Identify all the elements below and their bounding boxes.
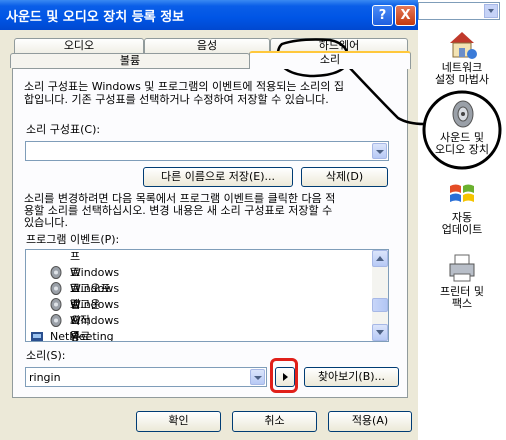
address-combo[interactable] (418, 2, 500, 20)
title-bar[interactable]: 사운드 및 오디오 장치 등록 정보 ? X (0, 0, 418, 30)
desktop-icon-label: 업데이트 (441, 223, 483, 236)
ok-button[interactable]: 확인 (136, 411, 221, 432)
browse-button[interactable]: 찾아보기(B)... (304, 367, 399, 387)
scheme-description-line-1: 소리 구성표는 Windows 및 프로그램의 이벤트에 적용되는 소리의 집 (24, 80, 344, 93)
printer-icon (446, 252, 478, 284)
desktop-icon-printers-faxes[interactable]: 프린터 및 팩스 (418, 252, 506, 310)
annotation-play-highlight (270, 358, 298, 393)
sound-audio-properties-dialog: 사운드 및 오디오 장치 등록 정보 ? X 오디오 음성 하드웨어 볼륨 소리… (0, 0, 418, 440)
scroll-thumb[interactable] (372, 298, 388, 312)
speaker-icon (50, 298, 62, 311)
desktop-icon-label: 설정 마법사 (434, 73, 490, 86)
save-as-button[interactable]: 다른 이름으로 저장(E)... (143, 167, 293, 187)
tab-sounds[interactable]: 소리 (249, 51, 411, 69)
instructions-line-3: 있습니다. (24, 216, 68, 229)
help-button[interactable]: ? (372, 5, 393, 26)
scheme-description-line-2: 합입니다. 기존 구성표를 선택하거나 수정하여 저장할 수 있습니다. (24, 93, 329, 106)
windows-logo-icon (446, 178, 478, 210)
desktop: 네트워크 설정 마법사 사운드 및 오디오 장치 자동 업데이트 프린터 및 팩… (418, 0, 506, 440)
house-network-icon (446, 28, 478, 60)
vertical-scrollbar[interactable] (372, 250, 388, 341)
speaker-icon (50, 282, 62, 295)
program-events-label: 프로그램 이벤트(P): (26, 233, 120, 246)
event-label: NetMeeting (50, 330, 114, 342)
sound-label: 소리(S): (26, 349, 66, 362)
instructions-line-2: 용할 소리를 선택하십시오. 변경 내용은 새 소리 구성표로 저장할 수 (24, 204, 333, 217)
desktop-icon-sounds-audio[interactable]: 사운드 및 오디오 장치 (418, 98, 506, 156)
chevron-down-icon[interactable] (372, 143, 387, 159)
tab-volume[interactable]: 볼륨 (10, 53, 250, 68)
tab-audio[interactable]: 오디오 (14, 38, 144, 53)
speaker-icon (50, 314, 62, 327)
desktop-icon-label: 팩스 (451, 297, 473, 310)
sound-value: ringin (29, 371, 61, 384)
desktop-icon-network-setup[interactable]: 네트워크 설정 마법사 (418, 28, 506, 86)
sound-combo[interactable]: ringin (25, 367, 267, 387)
delete-button[interactable]: 삭제(D) (301, 167, 388, 187)
scheme-combo[interactable] (25, 141, 389, 161)
speaker-icon (50, 266, 62, 279)
scroll-down-button[interactable] (372, 324, 388, 341)
chevron-up-icon (376, 256, 384, 261)
chevron-down-icon (376, 330, 384, 335)
program-events-list[interactable]: 프로그램 오류 Windows 로그오프 Windows 로그온 Windows… (25, 249, 389, 342)
desktop-icon-label: 오디오 장치 (434, 143, 490, 156)
speaker-icon (446, 98, 478, 130)
chevron-down-icon[interactable] (250, 369, 265, 385)
apply-button[interactable]: 적용(A) (328, 411, 412, 432)
window-title: 사운드 및 오디오 장치 등록 정보 (6, 10, 185, 25)
cancel-button[interactable]: 취소 (232, 411, 317, 432)
close-button[interactable]: X (395, 5, 416, 26)
scheme-label: 소리 구성표(C): (26, 123, 101, 136)
desktop-icon-auto-update[interactable]: 자동 업데이트 (418, 178, 506, 236)
chevron-down-icon[interactable] (484, 4, 498, 18)
netmeeting-icon (31, 332, 43, 341)
scroll-up-button[interactable] (372, 250, 388, 267)
